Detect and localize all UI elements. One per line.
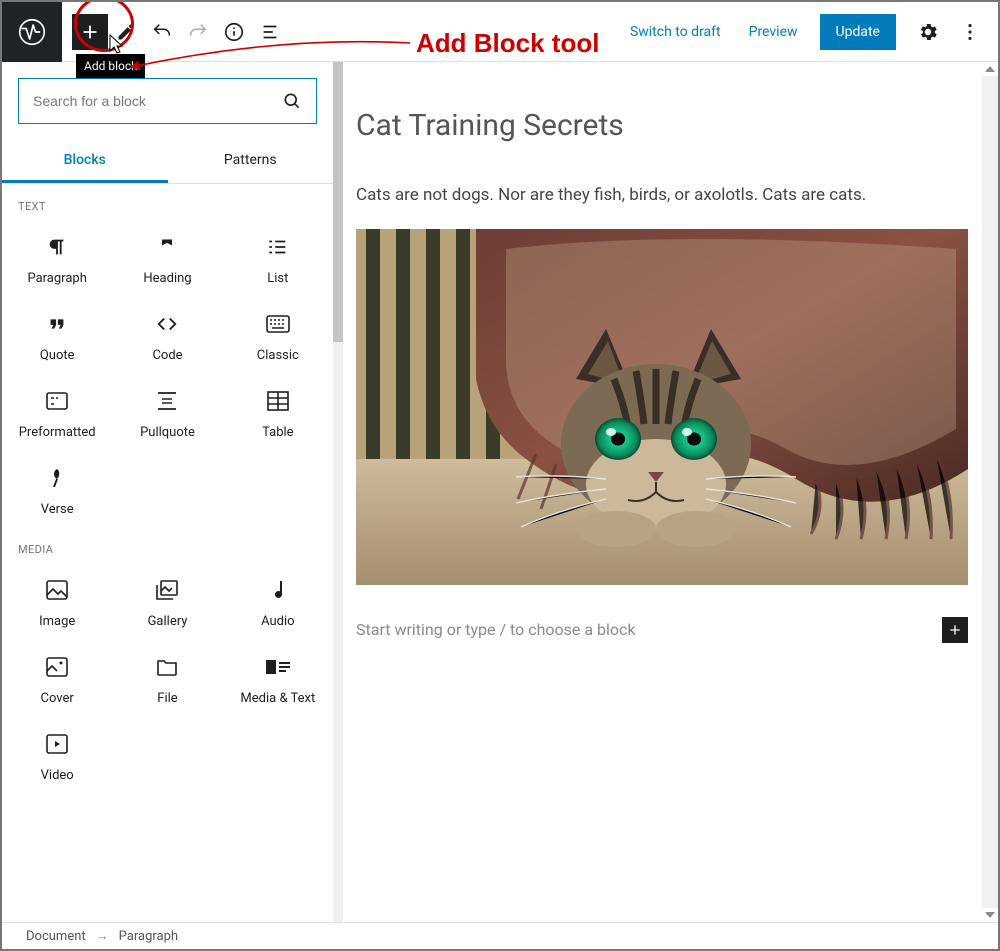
editor-top-toolbar: Switch to draft Preview Update	[2, 2, 998, 62]
breadcrumb-arrow-icon: →	[96, 928, 109, 944]
block-code[interactable]: Code	[112, 296, 222, 373]
block-quote[interactable]: Quote	[2, 296, 112, 373]
breadcrumb-document[interactable]: Document	[26, 929, 86, 944]
block-label: Verse	[41, 502, 74, 517]
verse-icon	[45, 466, 69, 490]
block-label: File	[157, 691, 177, 706]
block-label: Code	[152, 348, 182, 363]
tab-patterns[interactable]: Patterns	[168, 140, 334, 183]
update-button[interactable]: Update	[820, 14, 896, 50]
heading-icon	[155, 235, 179, 259]
block-label: List	[267, 271, 288, 286]
inserter-tabs: Blocks Patterns	[2, 140, 333, 184]
block-audio[interactable]: Audio	[223, 562, 333, 639]
audio-icon	[266, 578, 290, 602]
block-label: Cover	[41, 691, 74, 706]
redo-icon[interactable]	[180, 14, 216, 50]
block-file[interactable]: File	[112, 639, 222, 716]
block-label: Table	[262, 425, 293, 440]
image-icon	[45, 578, 69, 602]
preview-link[interactable]: Preview	[735, 24, 812, 40]
block-gallery[interactable]: Gallery	[112, 562, 222, 639]
editor-canvas[interactable]: Cat Training Secrets Cats are not dogs. …	[334, 62, 998, 922]
add-block-button[interactable]	[72, 14, 108, 50]
block-heading[interactable]: Heading	[112, 219, 222, 296]
search-icon	[282, 91, 302, 111]
canvas-scrollbar[interactable]	[982, 62, 998, 922]
category-text-title: TEXT	[2, 184, 333, 219]
block-label: Classic	[257, 348, 299, 363]
image-block[interactable]	[356, 229, 968, 585]
block-preformatted[interactable]: Preformatted	[2, 373, 112, 450]
block-video[interactable]: Video	[2, 716, 112, 793]
preformatted-icon	[45, 389, 69, 413]
block-label: Preformatted	[19, 425, 96, 440]
block-cover[interactable]: Cover	[2, 639, 112, 716]
block-list[interactable]: List	[223, 219, 333, 296]
block-search-field[interactable]	[18, 78, 317, 124]
category-media-title: MEDIA	[2, 527, 333, 562]
video-icon	[45, 732, 69, 756]
gallery-icon	[155, 578, 179, 602]
post-paragraph[interactable]: Cats are not dogs. Nor are they fish, bi…	[356, 183, 976, 209]
block-label: Audio	[261, 614, 294, 629]
block-label: Video	[41, 768, 74, 783]
code-icon	[155, 312, 179, 336]
list-icon	[266, 235, 290, 259]
post-title[interactable]: Cat Training Secrets	[356, 108, 976, 143]
breadcrumb-paragraph[interactable]: Paragraph	[119, 929, 178, 944]
block-verse[interactable]: Verse	[2, 450, 112, 527]
block-media-text[interactable]: Media & Text	[223, 639, 333, 716]
block-label: Image	[39, 614, 75, 629]
switch-to-draft-link[interactable]: Switch to draft	[616, 24, 735, 40]
block-image[interactable]: Image	[2, 562, 112, 639]
paragraph-icon	[45, 235, 69, 259]
block-label: Media & Text	[240, 691, 315, 706]
undo-icon[interactable]	[144, 14, 180, 50]
block-classic[interactable]: Classic	[223, 296, 333, 373]
quote-icon	[45, 312, 69, 336]
info-icon[interactable]	[216, 14, 252, 50]
editor-breadcrumb-footer: Document → Paragraph	[2, 922, 998, 949]
tab-blocks[interactable]: Blocks	[2, 140, 168, 183]
block-label: Pullquote	[140, 425, 195, 440]
classic-icon	[266, 312, 290, 336]
block-paragraph[interactable]: Paragraph	[2, 219, 112, 296]
table-icon	[266, 389, 290, 413]
outline-icon[interactable]	[252, 14, 288, 50]
add-block-tooltip: Add block	[76, 54, 145, 78]
block-label: Gallery	[148, 614, 188, 629]
media-text-icon	[266, 655, 290, 679]
more-options-icon[interactable]	[952, 14, 988, 50]
block-label: Heading	[143, 271, 191, 286]
wordpress-logo[interactable]	[2, 2, 62, 62]
file-icon	[155, 655, 179, 679]
block-table[interactable]: Table	[223, 373, 333, 450]
inline-add-block-button[interactable]	[942, 617, 968, 643]
cover-icon	[45, 655, 69, 679]
block-inserter-panel: Blocks Patterns TEXT Paragraph Heading L…	[2, 62, 334, 922]
edit-mode-icon[interactable]	[108, 14, 144, 50]
block-label: Paragraph	[27, 271, 86, 286]
empty-paragraph-placeholder[interactable]: Start writing or type / to choose a bloc…	[356, 620, 636, 639]
pullquote-icon	[155, 389, 179, 413]
block-search-input[interactable]	[33, 93, 282, 109]
settings-gear-icon[interactable]	[910, 14, 946, 50]
block-label: Quote	[40, 348, 75, 363]
block-pullquote[interactable]: Pullquote	[112, 373, 222, 450]
